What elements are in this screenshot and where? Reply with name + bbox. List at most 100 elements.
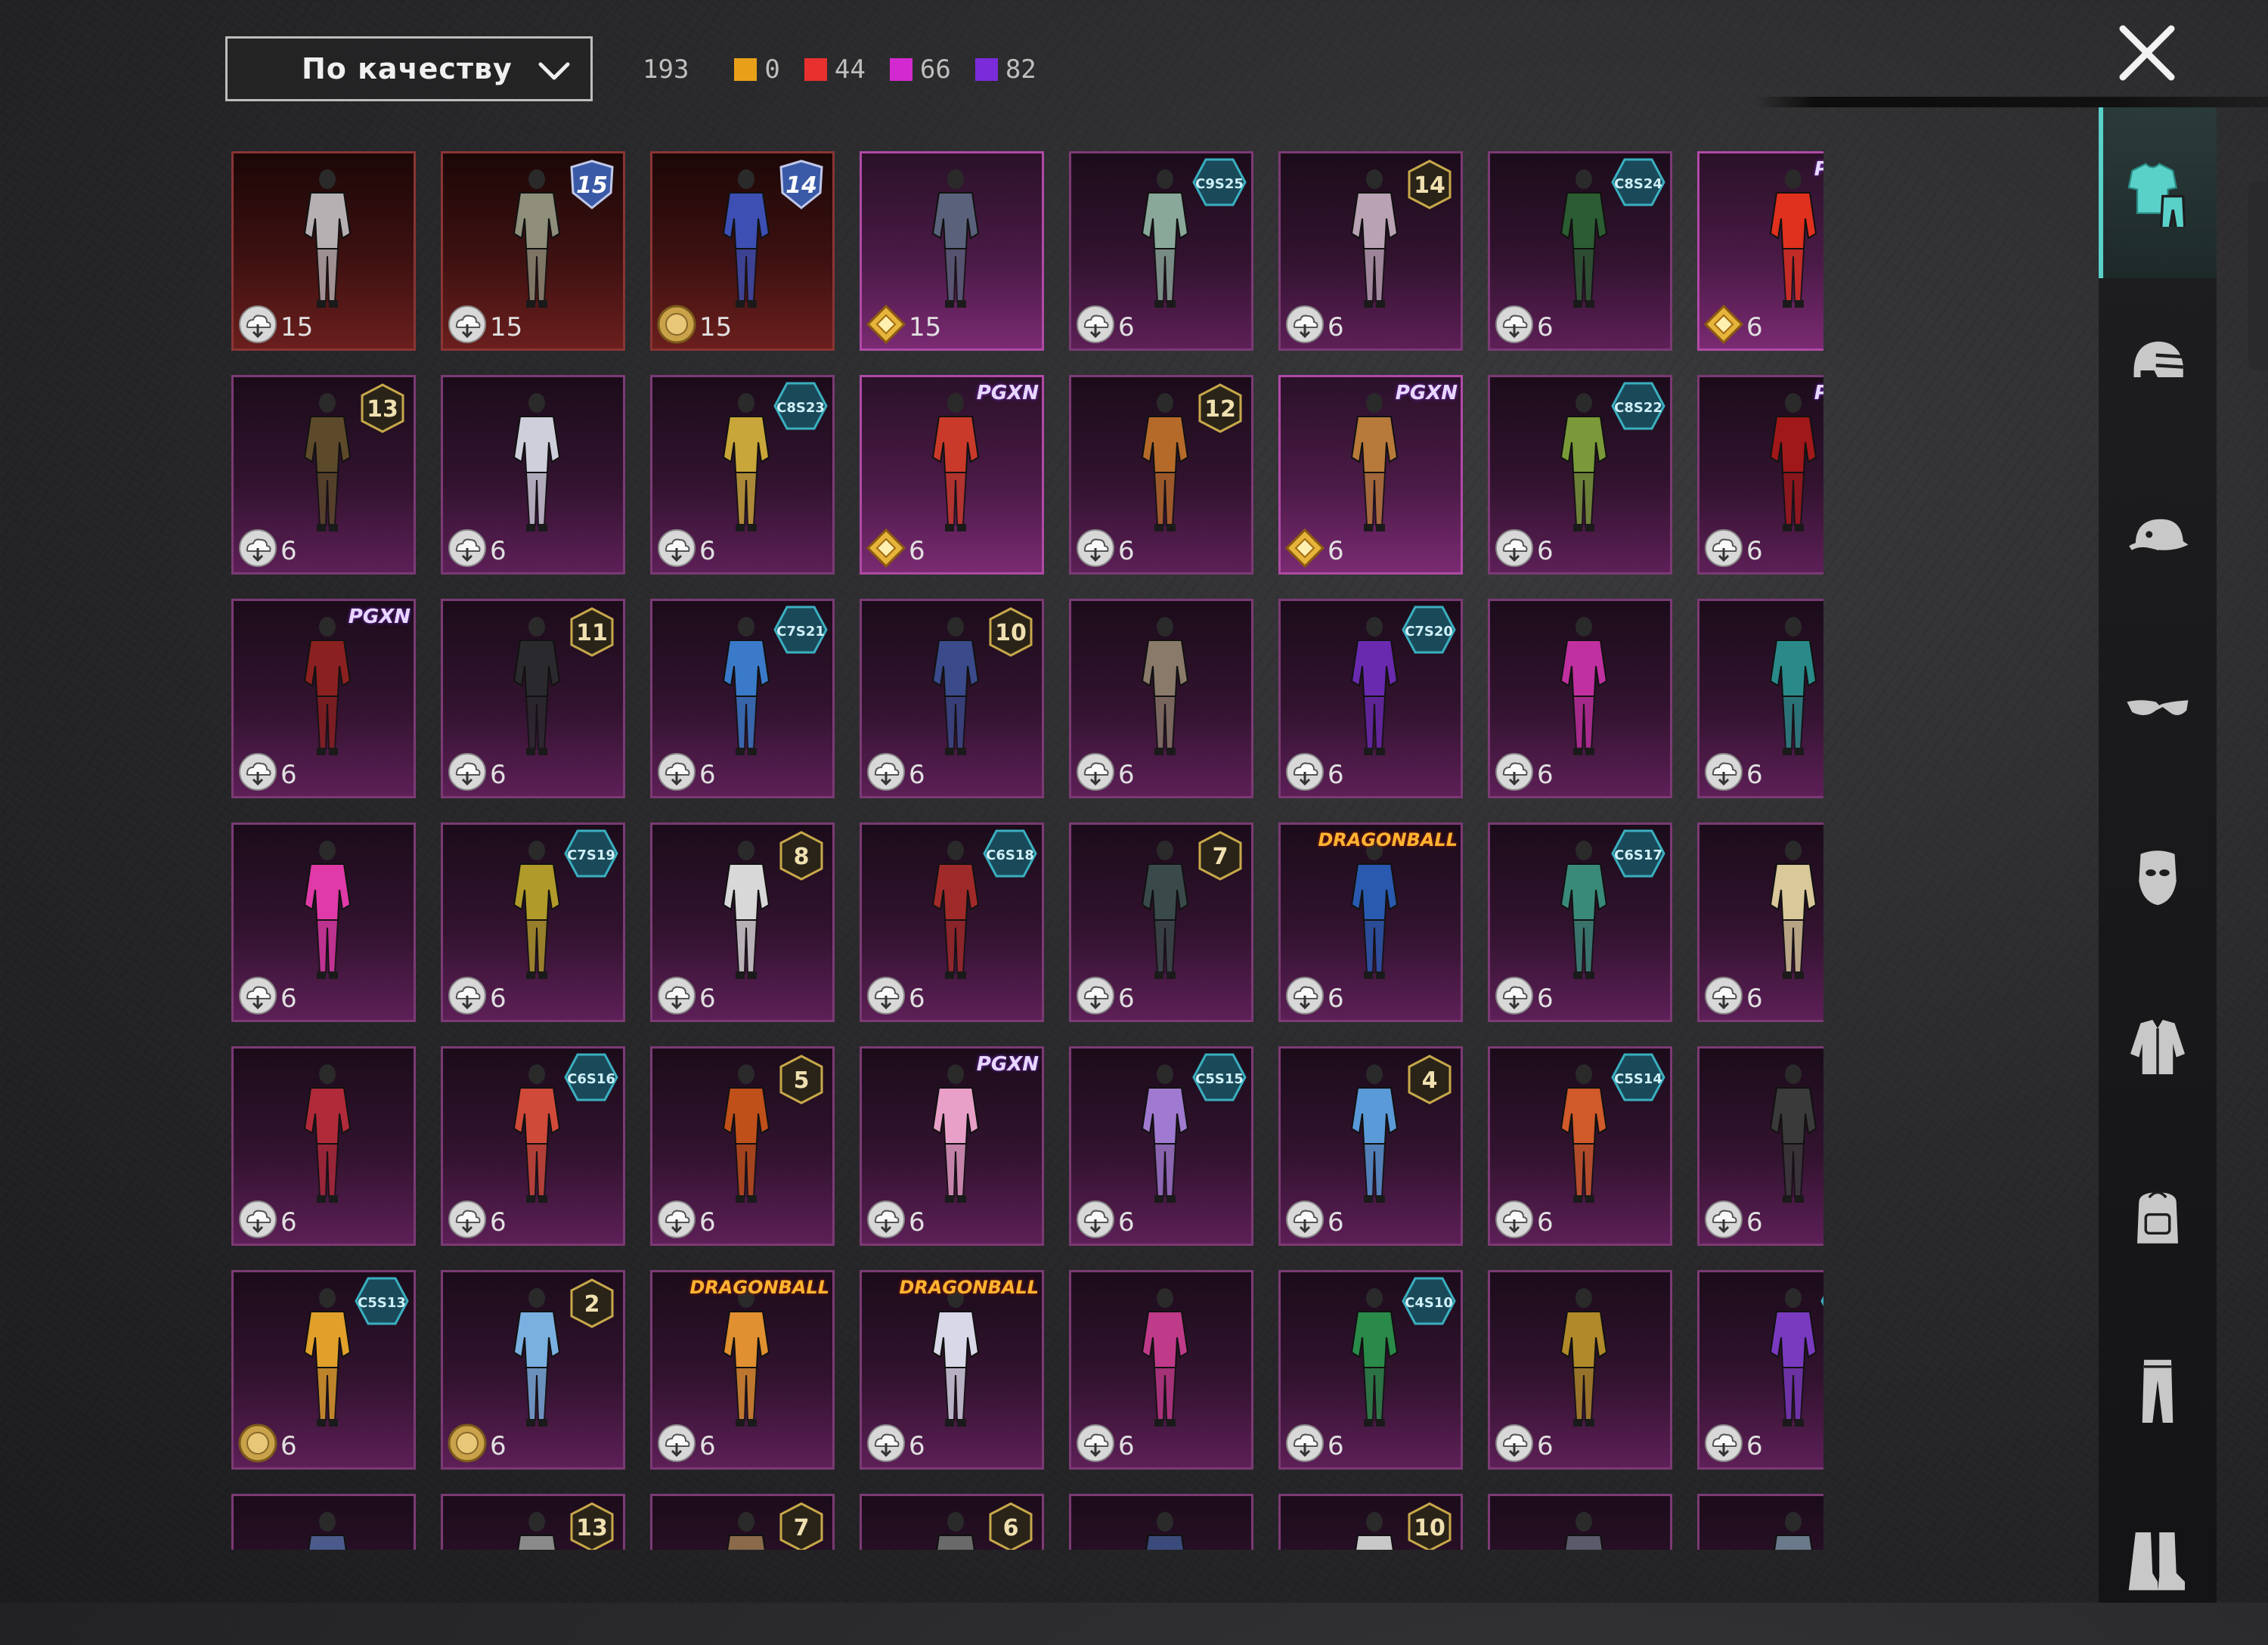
outfit-card[interactable]: 6 C6S17 [1488, 822, 1672, 1022]
outfit-card[interactable]: 6 PGXN [1697, 151, 1823, 351]
outfit-preview-image [303, 393, 352, 531]
sidebar-item-mask[interactable] [2099, 791, 2217, 962]
sidebar-item-cap[interactable] [2099, 449, 2217, 620]
sidebar-item-helmet[interactable] [2099, 278, 2217, 449]
outfit-card[interactable]: 6 9 [1697, 599, 1823, 798]
item-count: 6 [699, 1207, 716, 1238]
outfit-card[interactable] [1697, 1494, 1823, 1550]
outfit-card[interactable]: 6 C8S23 [650, 375, 835, 575]
outfit-card[interactable]: 6 C8S22 [1488, 375, 1672, 575]
close-button[interactable] [2117, 23, 2177, 83]
outfit-card[interactable]: 6 10 [860, 599, 1044, 798]
outfit-card[interactable]: 7 [650, 1494, 835, 1550]
svg-text:C5S13: C5S13 [358, 1295, 406, 1311]
outfit-card[interactable] [231, 1494, 416, 1550]
outfit-preview-image [722, 1064, 770, 1203]
sidebar-scroll-handle[interactable] [2248, 181, 2268, 370]
outfit-card[interactable]: 6 3 [1697, 1046, 1823, 1246]
outfit-card[interactable]: 6 C7S20 [1278, 599, 1463, 798]
outfit-card[interactable]: 6 C5S13 [231, 1270, 416, 1470]
total-count: 193 [643, 54, 689, 85]
outfit-card[interactable]: 15 [231, 151, 416, 351]
outfit-preview-image [303, 1288, 352, 1427]
item-count: 6 [1328, 312, 1344, 342]
outfit-card[interactable]: 6 2 [441, 1270, 625, 1470]
quality-count-red: 44 [804, 54, 866, 85]
svg-text:14: 14 [785, 172, 817, 199]
season-code-badge: C7S19 [564, 829, 618, 878]
cloud-currency-icon [1286, 305, 1324, 343]
outfit-preview-image [1560, 1064, 1608, 1203]
outfit-card[interactable]: 6 14 [1278, 151, 1463, 351]
outfit-card[interactable]: 15 14 [650, 151, 835, 351]
season-code-badge: C8S24 [1611, 158, 1665, 206]
outfit-card[interactable]: 6 12 [1069, 375, 1253, 575]
outfit-card[interactable]: 6 DRAGONBALL [650, 1270, 835, 1470]
outfit-card[interactable]: 6 11 [441, 599, 625, 798]
outfit-card[interactable]: 15 [860, 151, 1044, 351]
outfit-card[interactable]: 6 [1488, 1270, 1672, 1470]
outfit-preview-image [931, 1064, 980, 1203]
outfit-card[interactable]: 6 C6S16 [441, 1046, 625, 1246]
outfit-card[interactable]: 6 4 [1278, 1046, 1463, 1246]
quality-swatch [804, 58, 827, 81]
outfit-card[interactable]: 6 PGXN [1278, 375, 1463, 575]
outfit-card[interactable]: 6 C9S25 [1069, 151, 1253, 351]
outfit-card[interactable] [1069, 1494, 1253, 1550]
outfit-card[interactable]: 6 C3S9 [1697, 1270, 1823, 1470]
item-count: 6 [1537, 1431, 1554, 1461]
outfit-card[interactable]: 6 6 [1697, 822, 1823, 1022]
outfit-preview-image [1769, 1064, 1817, 1203]
outfit-card[interactable]: 15 15 [441, 151, 625, 351]
cloud-currency-icon [658, 1200, 696, 1238]
cloud-currency-icon [1705, 977, 1743, 1015]
boots-icon [2128, 1532, 2185, 1591]
outfit-card[interactable]: 6 [1069, 599, 1253, 798]
outfit-card[interactable]: 6 PGXN [231, 599, 416, 798]
item-count: 6 [699, 760, 716, 790]
outfit-card[interactable]: 6 C4S10 [1278, 1270, 1463, 1470]
season-number-badge: 6 [989, 1502, 1033, 1550]
outfit-card[interactable]: 6 [1069, 1270, 1253, 1470]
item-count: 6 [699, 984, 716, 1014]
outfit-card[interactable]: 6 DRAGONBALL [860, 1270, 1044, 1470]
outfit-card[interactable]: 6 7 [1069, 822, 1253, 1022]
outfit-preview-image [1560, 617, 1608, 755]
outfit-preview-image [931, 617, 980, 755]
outfit-card[interactable]: 6 [231, 822, 416, 1022]
outfit-card[interactable]: 6 13 [231, 375, 416, 575]
sidebar-item-pants[interactable] [2099, 1303, 2217, 1474]
outfit-card[interactable]: 6 5 [650, 1046, 835, 1246]
sidebar-item-backpack[interactable] [2099, 1132, 2217, 1303]
outfit-card[interactable] [1488, 1494, 1672, 1550]
outfit-card[interactable]: 6 C6S18 [860, 822, 1044, 1022]
jacket-icon [2130, 1020, 2185, 1074]
sidebar-item-outfit[interactable] [2099, 107, 2217, 278]
outfit-card[interactable]: 6 [231, 1046, 416, 1246]
outfit-card[interactable]: 6 PGXN [1697, 375, 1823, 575]
sidebar-item-glasses[interactable] [2099, 620, 2217, 791]
sort-dropdown[interactable]: По качеству [225, 36, 593, 101]
svg-text:C6S18: C6S18 [986, 847, 1034, 863]
season-number-badge: 12 [1198, 383, 1242, 433]
outfit-card[interactable]: 6 C5S15 [1069, 1046, 1253, 1246]
outfit-card[interactable]: 6 C5S14 [1488, 1046, 1672, 1246]
season-code-badge: C8S23 [773, 382, 828, 430]
outfit-card[interactable]: 6 C7S21 [650, 599, 835, 798]
outfit-card[interactable]: 6 [860, 1494, 1044, 1550]
outfit-card[interactable]: 13 [441, 1494, 625, 1550]
cloud-currency-icon [1077, 977, 1114, 1015]
season-number-badge: 10 [989, 607, 1033, 657]
outfit-card[interactable]: 6 [1488, 599, 1672, 798]
sidebar-item-boots[interactable] [2099, 1474, 2217, 1645]
sidebar-item-jacket[interactable] [2099, 962, 2217, 1132]
season-number-badge: 5 [779, 1055, 823, 1104]
outfit-card[interactable]: 6 PGXN [860, 375, 1044, 575]
outfit-card[interactable]: 6 DRAGONBALL [1278, 822, 1463, 1022]
outfit-card[interactable]: 10 [1278, 1494, 1463, 1550]
outfit-card[interactable]: 6 PGXN [860, 1046, 1044, 1246]
outfit-card[interactable]: 6 [441, 375, 625, 575]
outfit-card[interactable]: 6 8 [650, 822, 835, 1022]
outfit-card[interactable]: 6 C7S19 [441, 822, 625, 1022]
outfit-card[interactable]: 6 C8S24 [1488, 151, 1672, 351]
